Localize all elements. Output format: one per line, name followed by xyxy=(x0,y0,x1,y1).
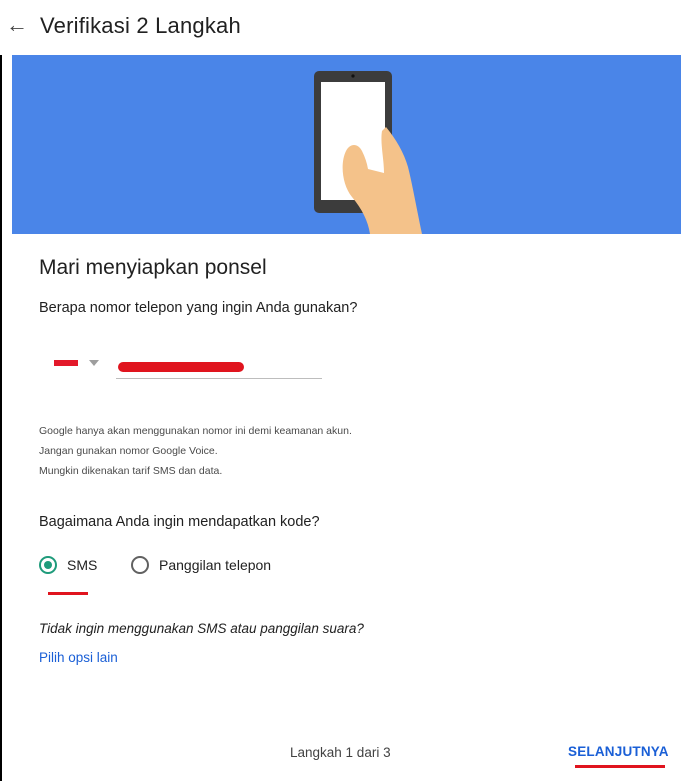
option-phone-call[interactable]: Panggilan telepon xyxy=(131,553,271,577)
phone-speaker xyxy=(351,74,355,78)
step-indicator: Langkah 1 dari 3 xyxy=(290,745,391,760)
redaction-mark xyxy=(118,362,244,372)
hand-holding-phone-illustration xyxy=(314,71,422,234)
arrow-left-icon[interactable]: ← xyxy=(6,14,28,36)
hero-banner xyxy=(12,55,681,234)
code-question: Bagaimana Anda ingin mendapatkan kode? xyxy=(39,514,320,530)
app-header: ← Verifikasi 2 Langkah xyxy=(0,0,681,55)
choose-other-option-link[interactable]: Pilih opsi lain xyxy=(39,650,118,665)
page-title: Verifikasi 2 Langkah xyxy=(40,13,241,38)
section-heading: Mari menyiapkan ponsel xyxy=(39,256,267,279)
annotation-underline xyxy=(575,765,665,768)
alt-question: Tidak ingin menggunakan SMS atau panggil… xyxy=(39,621,364,636)
note-line: Google hanya akan menggunakan nomor ini … xyxy=(39,425,352,437)
chevron-down-icon[interactable] xyxy=(89,360,99,366)
country-flag-icon[interactable] xyxy=(54,360,78,366)
note-line: Jangan gunakan nomor Google Voice. xyxy=(39,445,218,457)
phone-input-row xyxy=(0,340,681,390)
note-line: Mungkin dikenakan tarif SMS dan data. xyxy=(39,465,223,477)
delivery-options: SMS Panggilan telepon xyxy=(0,553,681,583)
radio-selected-icon[interactable] xyxy=(39,556,57,574)
option-label: Panggilan telepon xyxy=(159,557,272,573)
radio-unselected-icon[interactable] xyxy=(131,556,149,574)
option-sms[interactable]: SMS xyxy=(39,553,97,577)
phone-question: Berapa nomor telepon yang ingin Anda gun… xyxy=(39,300,358,316)
notes-block: Google hanya akan menggunakan nomor ini … xyxy=(39,421,352,481)
option-label: SMS xyxy=(67,557,98,573)
annotation-underline xyxy=(48,592,88,595)
next-button[interactable]: SELANJUTNYA xyxy=(568,744,669,759)
